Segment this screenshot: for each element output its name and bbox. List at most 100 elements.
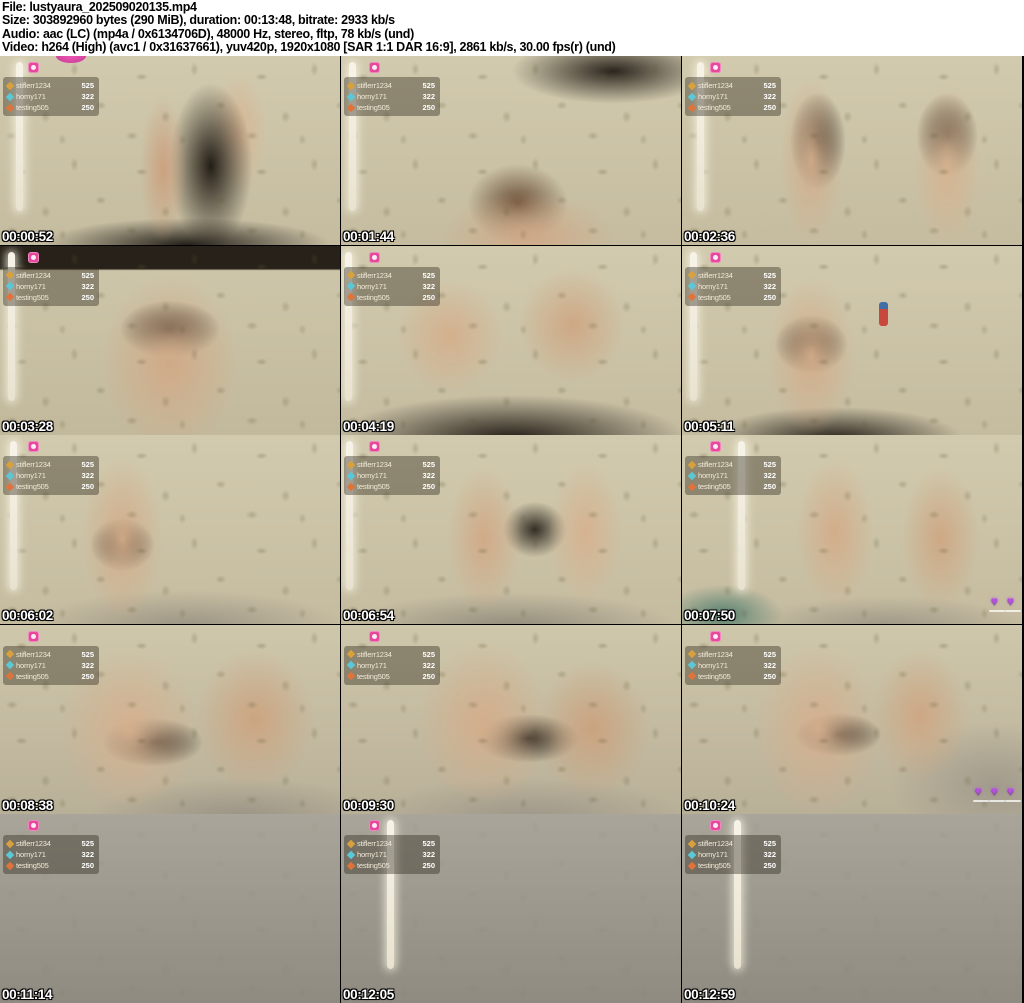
tipper-row: stiflerr1234 525: [346, 838, 435, 849]
orange-badge-icon: [687, 292, 697, 302]
tipper-name: testing505: [16, 861, 49, 870]
tipper-row: testing505 250: [346, 671, 435, 682]
tipper-amount: 322: [763, 850, 776, 859]
teal-badge-icon: [687, 92, 697, 101]
timestamp-label: 00:10:24: [684, 797, 735, 813]
purple-heart-icon: ♥: [1004, 594, 1022, 612]
video-info-line: Video: h264 (High) (avc1 / 0x31637661), …: [2, 40, 616, 55]
orange-badge-icon: [5, 103, 15, 112]
tipper-name: stiflerr1234: [698, 839, 733, 848]
teal-badge-icon: [346, 471, 356, 480]
tipper-list-overlay: stiflerr1234 525 horny171 322 testing505…: [3, 835, 99, 874]
orange-badge-icon: [687, 861, 697, 870]
tipper-row: testing505 250: [346, 292, 435, 303]
orange-badge-icon: [687, 671, 697, 681]
tipper-name: testing505: [357, 482, 390, 491]
teal-badge-icon: [687, 281, 697, 291]
tipper-row: stiflerr1234 525: [5, 270, 94, 281]
tipper-name: horny171: [16, 281, 46, 291]
tipper-amount: 525: [81, 649, 94, 659]
video-frame-thumbnail: stiflerr1234 525 horny171 322 testing505…: [0, 56, 340, 245]
tipper-row: horny171 322: [346, 660, 435, 671]
timestamp-label: 00:12:05: [343, 987, 394, 1002]
tipper-name: horny171: [16, 660, 46, 670]
timestamp-label: 00:06:02: [2, 608, 53, 623]
video-frame-thumbnail: stiflerr1234 525 horny171 322 testing505…: [682, 245, 1022, 435]
video-frame-thumbnail: stiflerr1234 525 horny171 322 testing505…: [0, 814, 340, 1003]
orange-badge-icon: [346, 861, 356, 870]
orange-badge-icon: [346, 482, 356, 491]
tipper-amount: 250: [763, 292, 776, 302]
tipper-amount: 322: [422, 92, 435, 101]
tipper-row: stiflerr1234 525: [5, 649, 94, 660]
tipper-row: stiflerr1234 525: [687, 459, 776, 470]
teal-badge-icon: [346, 660, 356, 670]
teal-badge-icon: [346, 850, 356, 859]
timestamp-label: 00:12:59: [684, 987, 735, 1002]
cam-site-logo-icon: [369, 820, 380, 831]
timestamp-label: 00:03:28: [2, 418, 53, 434]
tipper-amount: 322: [763, 281, 776, 291]
video-frame-thumbnail: stiflerr1234 525 horny171 322 testing505…: [682, 624, 1022, 814]
teal-badge-icon: [5, 92, 15, 101]
tipper-list-overlay: stiflerr1234 525 horny171 322 testing505…: [685, 456, 781, 495]
tipper-amount: 322: [81, 660, 94, 670]
tipper-name: testing505: [357, 103, 390, 112]
tipper-name: stiflerr1234: [698, 270, 733, 280]
tipper-row: horny171 322: [5, 281, 94, 292]
cam-site-logo-icon: [710, 820, 721, 831]
orange-badge-icon: [346, 292, 356, 302]
tipper-name: testing505: [698, 103, 731, 112]
gold-badge-icon: [5, 81, 15, 90]
timestamp-label: 00:01:44: [343, 229, 394, 244]
teal-badge-icon: [346, 281, 356, 291]
cam-site-logo-icon: [28, 251, 39, 263]
tipper-row: testing505 250: [5, 292, 94, 303]
timestamp-label: 00:11:14: [2, 987, 53, 1002]
teal-badge-icon: [5, 471, 15, 480]
teal-badge-icon: [687, 471, 697, 480]
tipper-row: stiflerr1234 525: [5, 838, 94, 849]
tipper-amount: 322: [81, 471, 94, 480]
orange-badge-icon: [5, 671, 15, 681]
tipper-row: testing505 250: [346, 102, 435, 113]
tipper-row: horny171 322: [346, 849, 435, 860]
tipper-row: testing505 250: [687, 481, 776, 492]
tipper-name: stiflerr1234: [698, 460, 733, 469]
gold-badge-icon: [346, 270, 356, 280]
tipper-name: horny171: [357, 92, 387, 101]
timestamp-label: 00:07:50: [684, 608, 735, 623]
timestamp-label: 00:09:30: [343, 797, 394, 813]
thumbnail-grid: stiflerr1234 525 horny171 322 testing505…: [0, 56, 1024, 1003]
video-frame-thumbnail: stiflerr1234 525 horny171 322 testing505…: [682, 814, 1022, 1003]
video-frame-thumbnail: stiflerr1234 525 horny171 322 testing505…: [682, 56, 1022, 245]
tipper-name: horny171: [16, 471, 46, 480]
tipper-row: horny171 322: [346, 281, 435, 292]
tipper-row: stiflerr1234 525: [346, 270, 435, 281]
gold-badge-icon: [5, 839, 15, 848]
tipper-name: stiflerr1234: [16, 81, 51, 90]
tipper-row: stiflerr1234 525: [687, 838, 776, 849]
tipper-amount: 250: [422, 292, 435, 302]
tipper-name: horny171: [698, 471, 728, 480]
tipper-name: horny171: [357, 471, 387, 480]
audio-info-line: Audio: aac (LC) (mp4a / 0x6134706D), 480…: [2, 26, 414, 41]
tipper-name: testing505: [16, 292, 49, 302]
media-info-header: File: lustyaura_202509020135.mp4 Size: 3…: [0, 0, 1024, 56]
tipper-amount: 322: [763, 92, 776, 101]
purple-heart-icon: ♥: [988, 783, 1005, 802]
gold-badge-icon: [346, 460, 356, 469]
tipper-name: testing505: [698, 671, 731, 681]
tipper-list-overlay: stiflerr1234 525 horny171 322 testing505…: [3, 77, 99, 116]
tipper-name: stiflerr1234: [357, 460, 392, 469]
tipper-row: horny171 322: [346, 470, 435, 481]
tipper-amount: 250: [81, 482, 94, 491]
tipper-amount: 322: [81, 281, 94, 291]
tipper-row: testing505 250: [5, 860, 94, 871]
tipper-list-overlay: stiflerr1234 525 horny171 322 testing505…: [3, 645, 99, 685]
purple-heart-icon: ♥: [1004, 783, 1022, 802]
gold-badge-icon: [346, 649, 356, 659]
cam-site-logo-icon: [28, 62, 39, 73]
tipper-amount: 250: [422, 482, 435, 491]
file-info-line: File: lustyaura_202509020135.mp4: [2, 0, 197, 14]
